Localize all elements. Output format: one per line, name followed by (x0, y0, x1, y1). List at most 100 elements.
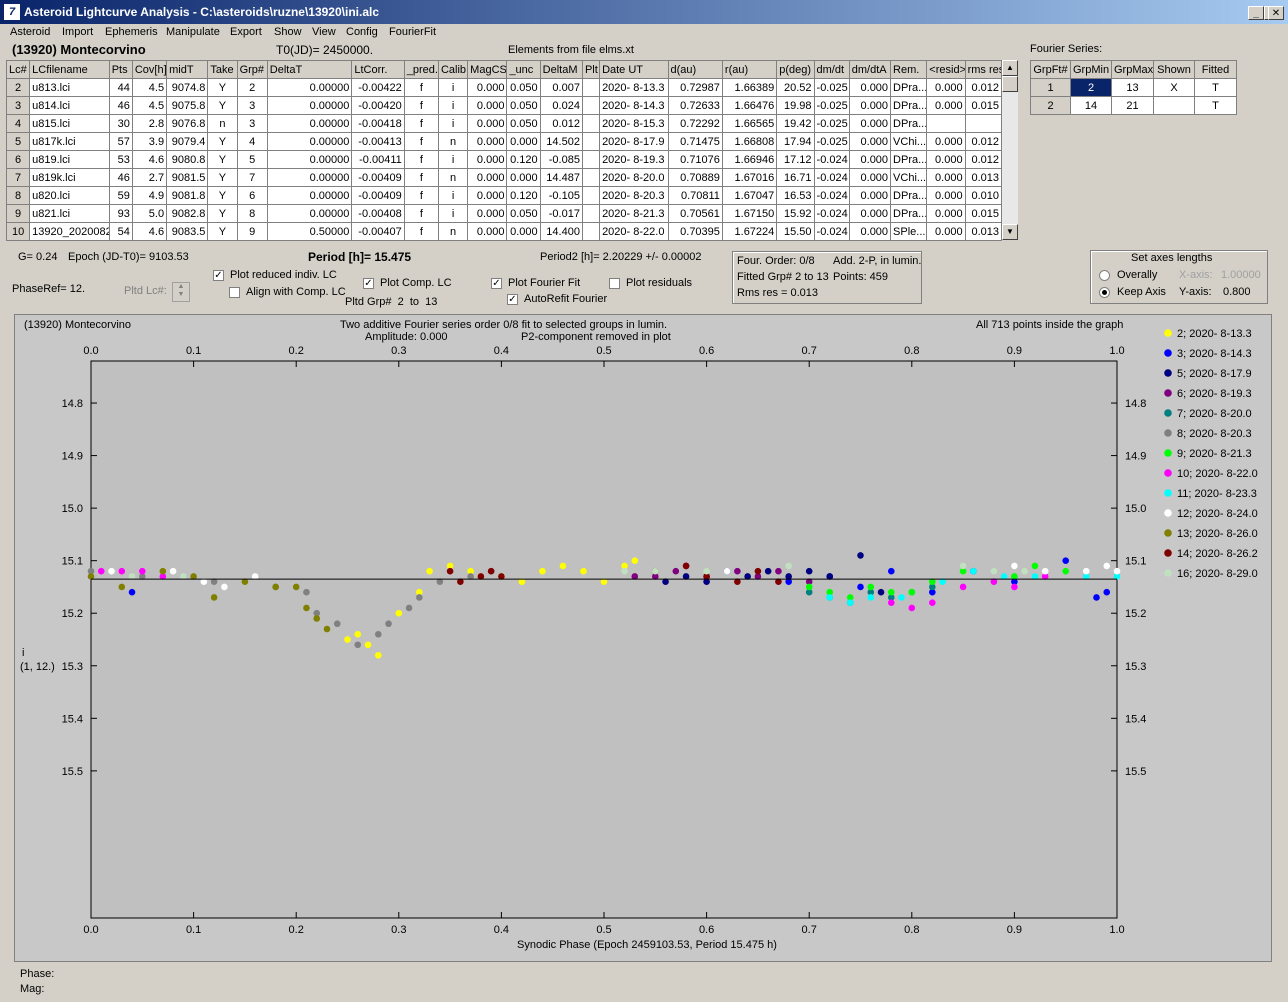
data-point[interactable] (1062, 567, 1069, 575)
y-tick-label: 15.1 (62, 556, 83, 568)
data-point[interactable] (908, 604, 916, 612)
legend-marker (1164, 429, 1172, 437)
data-point[interactable] (354, 630, 362, 638)
data-point[interactable] (1113, 567, 1121, 575)
data-point[interactable] (682, 562, 690, 570)
data-point[interactable] (1011, 583, 1018, 591)
x-tick-label: 0.8 (904, 924, 919, 936)
data-point[interactable] (108, 567, 115, 575)
data-point[interactable] (652, 567, 659, 575)
data-point[interactable] (631, 557, 639, 564)
data-point[interactable] (333, 620, 341, 628)
legend-marker (1164, 469, 1172, 477)
data-point[interactable] (303, 604, 310, 612)
data-point[interactable] (898, 594, 905, 601)
data-point[interactable] (846, 599, 854, 607)
data-point[interactable] (169, 567, 177, 575)
data-point[interactable] (446, 567, 454, 575)
data-point[interactable] (754, 567, 762, 575)
data-point[interactable] (159, 567, 167, 575)
data-point[interactable] (487, 567, 495, 575)
legend-label: 12; 2020- 8-24.0 (1177, 508, 1258, 520)
data-point[interactable] (929, 599, 936, 607)
legend-label: 16; 2020- 8-29.0 (1177, 568, 1258, 580)
legend-label: 2; 2020- 8-13.3 (1177, 328, 1252, 340)
data-point[interactable] (1082, 567, 1090, 575)
data-point[interactable] (374, 630, 382, 638)
lightcurve-chart[interactable]: 0.0 0.0 0.1 0.1 0.2 0.2 0.3 0.3 0.4 0.4 0.5 0.5 0.6 0… (0, 0, 1288, 1002)
data-point[interactable] (764, 567, 772, 575)
data-point[interactable] (1062, 557, 1069, 564)
y-tick-label: 15.4 (62, 713, 83, 725)
data-point[interactable] (1031, 562, 1039, 570)
data-point[interactable] (97, 567, 105, 575)
data-point[interactable] (405, 604, 413, 612)
status-mag: Mag: (20, 983, 45, 995)
data-point[interactable] (580, 567, 587, 575)
data-point[interactable] (908, 588, 916, 596)
status-phase: Phase: (20, 968, 55, 980)
legend-marker (1164, 369, 1172, 377)
data-point[interactable] (959, 562, 967, 570)
data-point[interactable] (826, 594, 834, 601)
data-point[interactable] (395, 609, 403, 617)
data-point[interactable] (1103, 562, 1111, 570)
data-point[interactable] (775, 567, 782, 575)
legend-label: 13; 2020- 8-26.0 (1177, 528, 1258, 540)
data-point[interactable] (292, 583, 300, 591)
data-point[interactable] (621, 567, 628, 575)
data-point[interactable] (323, 625, 331, 633)
x-tick-label-top: 0.3 (391, 345, 406, 357)
data-point[interactable] (416, 594, 423, 601)
data-point[interactable] (272, 583, 279, 591)
data-point[interactable] (426, 567, 433, 575)
data-point[interactable] (1041, 567, 1049, 575)
data-point[interactable] (867, 583, 875, 591)
x-tick-label: 0.3 (391, 924, 406, 936)
data-point[interactable] (1021, 567, 1028, 575)
data-point[interactable] (970, 567, 977, 575)
data-point[interactable] (857, 552, 864, 559)
data-point[interactable] (139, 567, 146, 575)
data-point[interactable] (990, 567, 998, 575)
y-tick-label: 15.5 (62, 766, 83, 778)
data-point[interactable] (313, 615, 321, 622)
data-point[interactable] (887, 567, 895, 575)
data-point[interactable] (877, 588, 885, 596)
data-point[interactable] (385, 620, 392, 628)
data-point[interactable] (867, 594, 875, 601)
data-point[interactable] (303, 588, 310, 596)
data-point[interactable] (672, 567, 680, 575)
data-point[interactable] (344, 636, 351, 643)
data-point[interactable] (128, 588, 136, 596)
x-tick-label-top: 0.5 (596, 345, 611, 357)
data-point[interactable] (374, 651, 382, 659)
legend-label: 8; 2020- 8-20.3 (1177, 428, 1252, 440)
legend-marker (1164, 389, 1172, 397)
data-point[interactable] (887, 599, 895, 607)
data-point[interactable] (785, 562, 792, 570)
data-point[interactable] (221, 583, 228, 591)
data-point[interactable] (887, 588, 895, 596)
data-point[interactable] (118, 567, 126, 575)
legend-label: 3; 2020- 8-14.3 (1177, 348, 1252, 360)
data-point[interactable] (1103, 588, 1111, 596)
data-point[interactable] (1011, 562, 1018, 570)
data-point[interactable] (539, 567, 546, 575)
data-point[interactable] (805, 583, 813, 591)
data-point[interactable] (118, 583, 126, 591)
x-tick-label: 0.6 (699, 924, 714, 936)
data-point[interactable] (723, 567, 731, 575)
data-point[interactable] (703, 567, 710, 575)
data-point[interactable] (210, 594, 218, 601)
data-point[interactable] (364, 641, 372, 649)
data-point[interactable] (354, 641, 362, 649)
data-point[interactable] (805, 567, 813, 575)
data-point[interactable] (734, 567, 741, 575)
data-point[interactable] (559, 562, 567, 570)
data-point[interactable] (857, 583, 864, 591)
data-point[interactable] (959, 583, 967, 591)
plot-area[interactable] (90, 360, 1118, 919)
data-point[interactable] (1093, 594, 1100, 601)
y-tick-label: 14.8 (62, 398, 83, 410)
